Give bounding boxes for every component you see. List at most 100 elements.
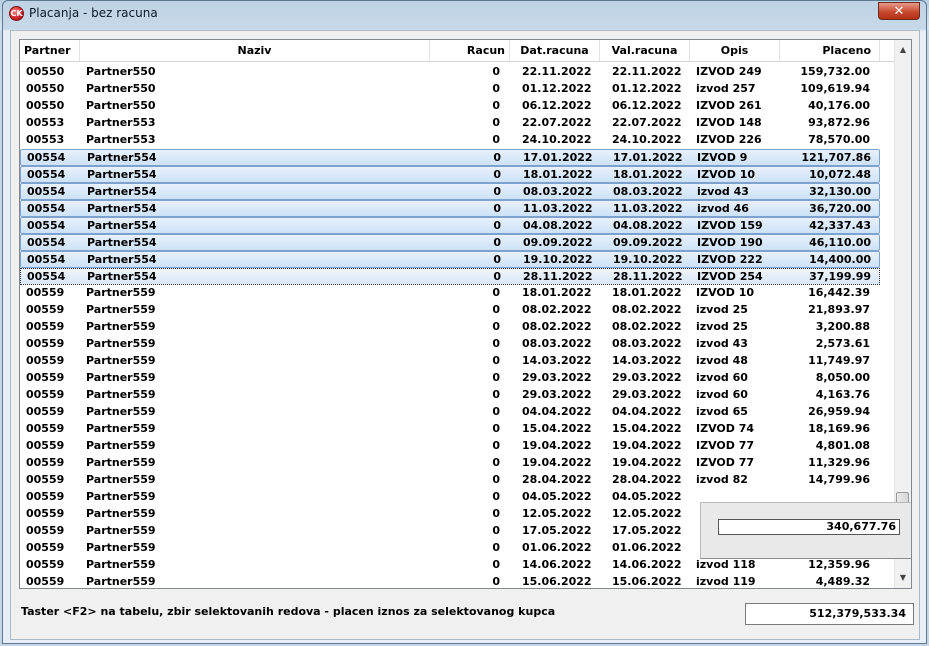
cell-partner: 00559: [26, 405, 65, 418]
cell-val: 17.01.2022: [613, 151, 683, 164]
cell-dat: 28.04.2022: [522, 473, 592, 486]
cell-val: 19.04.2022: [612, 456, 682, 469]
cell-val: 24.10.2022: [612, 133, 682, 146]
cell-naziv: Partner554: [87, 236, 157, 249]
cell-placeno: 159,732.00: [800, 65, 870, 78]
cell-partner: 00559: [26, 337, 65, 350]
cell-val: 28.04.2022: [612, 473, 682, 486]
table-row[interactable]: 00559 Partner559 0 28.04.2022 28.04.2022 izvo…: [20, 472, 880, 489]
cell-dat: 08.02.2022: [522, 303, 592, 316]
cell-val: 29.03.2022: [612, 371, 682, 384]
cell-dat: 06.12.2022: [522, 99, 592, 112]
cell-partner: 00559: [26, 371, 65, 384]
cell-dat: 19.04.2022: [522, 456, 592, 469]
selection-sum-popup: 340,677.76: [700, 502, 911, 559]
cell-racun: 0: [492, 337, 500, 350]
table-row[interactable]: 00559 Partner559 0 04.04.2022 04.04.2022 izvo…: [20, 404, 880, 421]
cell-racun: 0: [492, 524, 500, 537]
cell-placeno: 4,489.32: [815, 575, 870, 588]
col-header-placeno[interactable]: Placeno: [780, 40, 880, 61]
table-row[interactable]: 00559 Partner559 0 29.03.2022 29.03.2022 izvo…: [20, 387, 880, 404]
col-header-opis[interactable]: Opis: [690, 40, 780, 61]
cell-racun: 0: [493, 185, 501, 198]
table-row[interactable]: 00553 Partner553 0 24.10.2022 24.10.2022 IZVO…: [20, 132, 880, 149]
table-row[interactable]: 00550 Partner550 0 06.12.2022 06.12.2022 IZVO…: [20, 98, 880, 115]
cell-naziv: Partner554: [87, 202, 157, 215]
col-header-racun[interactable]: Racun: [430, 40, 510, 61]
cell-dat: 04.08.2022: [523, 219, 593, 232]
cell-partner: 00550: [26, 99, 65, 112]
cell-placeno: 93,872.96: [808, 116, 870, 129]
table-row[interactable]: 00554 Partner554 0 08.03.2022 08.03.2022 izvo…: [20, 183, 880, 200]
cell-opis: IZVOD 74: [696, 422, 755, 435]
cell-dat: 01.12.2022: [522, 82, 592, 95]
title-bar[interactable]: CK Placanja - bez racuna ✕: [3, 1, 926, 27]
table-row[interactable]: 00554 Partner554 0 11.03.2022 11.03.2022 izvo…: [20, 200, 880, 217]
col-header-dat[interactable]: Dat.racuna: [510, 40, 600, 61]
cell-racun: 0: [492, 473, 500, 486]
cell-dat: 12.05.2022: [522, 507, 592, 520]
cell-racun: 0: [492, 422, 500, 435]
cell-naziv: Partner553: [86, 116, 156, 129]
payments-grid[interactable]: Partner Naziv Racun Dat.racuna Val.racun…: [19, 39, 912, 589]
cell-placeno: 4,801.08: [815, 439, 870, 452]
cell-racun: 0: [493, 219, 501, 232]
table-row[interactable]: 00554 Partner554 0 19.10.2022 19.10.2022 IZVO…: [20, 251, 880, 268]
table-row[interactable]: 00559 Partner559 0 29.03.2022 29.03.2022 izvo…: [20, 370, 880, 387]
cell-naziv: Partner559: [86, 507, 156, 520]
cell-racun: 0: [492, 507, 500, 520]
cell-dat: 29.03.2022: [522, 371, 592, 384]
cell-racun: 0: [492, 490, 500, 503]
table-row[interactable]: 00559 Partner559 0 08.02.2022 08.02.2022 izvo…: [20, 302, 880, 319]
table-row[interactable]: 00554 Partner554 0 04.08.2022 04.08.2022 IZVO…: [20, 217, 880, 234]
close-button[interactable]: ✕: [878, 2, 920, 20]
cell-naziv: Partner559: [86, 558, 156, 571]
cell-placeno: 10,072.48: [809, 168, 871, 181]
cell-racun: 0: [492, 320, 500, 333]
table-row[interactable]: 00559 Partner559 0 14.03.2022 14.03.2022 izvo…: [20, 353, 880, 370]
dialog-window: CK Placanja - bez racuna ✕ Partner Naziv…: [2, 0, 927, 644]
table-row[interactable]: 00550 Partner550 0 01.12.2022 01.12.2022 izvo…: [20, 81, 880, 98]
cell-racun: 0: [492, 388, 500, 401]
cell-partner: 00554: [27, 236, 66, 249]
scroll-down-arrow-icon[interactable]: ▼: [895, 570, 911, 586]
table-row[interactable]: 00559 Partner559 0 18.01.2022 18.01.2022 IZVO…: [20, 285, 880, 302]
table-row[interactable]: 00559 Partner559 0 15.06.2022 15.06.2022 izvo…: [20, 574, 880, 588]
col-header-partner[interactable]: Partner: [20, 40, 80, 61]
cell-partner: 00550: [26, 82, 65, 95]
cell-partner: 00554: [27, 151, 66, 164]
table-row[interactable]: 00559 Partner559 0 14.06.2022 14.06.2022 izvo…: [20, 557, 880, 574]
cell-opis: izvod 25: [696, 303, 748, 316]
table-row[interactable]: 00554 Partner554 0 17.01.2022 17.01.2022 IZVO…: [20, 149, 880, 166]
app-icon: CK: [9, 6, 24, 21]
cell-opis: IZVOD 226: [696, 133, 762, 146]
cell-naziv: Partner559: [86, 371, 156, 384]
cell-naziv: Partner553: [86, 133, 156, 146]
cell-placeno: 21,893.97: [808, 303, 870, 316]
cell-dat: 11.03.2022: [523, 202, 593, 215]
selected-sum-field: 340,677.76: [718, 519, 900, 535]
table-row[interactable]: 00554 Partner554 0 18.01.2022 18.01.2022 IZVO…: [20, 166, 880, 183]
table-row[interactable]: 00559 Partner559 0 08.02.2022 08.02.2022 izvo…: [20, 319, 880, 336]
cell-opis: izvod 82: [696, 473, 748, 486]
table-row[interactable]: 00559 Partner559 0 15.04.2022 15.04.2022 IZVO…: [20, 421, 880, 438]
scroll-up-arrow-icon[interactable]: ▲: [895, 42, 911, 58]
cell-partner: 00559: [26, 490, 65, 503]
table-row[interactable]: 00559 Partner559 0 08.03.2022 08.03.2022 izvo…: [20, 336, 880, 353]
table-row[interactable]: 00554 Partner554 0 28.11.2022 28.11.2022 IZVO…: [20, 268, 880, 285]
cell-opis: IZVOD 10: [696, 286, 755, 299]
cell-val: 08.03.2022: [613, 185, 683, 198]
cell-opis: IZVOD 148: [696, 116, 762, 129]
col-header-val[interactable]: Val.racuna: [600, 40, 690, 61]
cell-partner: 00559: [26, 388, 65, 401]
cell-dat: 15.06.2022: [522, 575, 592, 588]
table-row[interactable]: 00554 Partner554 0 09.09.2022 09.09.2022 IZVO…: [20, 234, 880, 251]
table-row[interactable]: 00559 Partner559 0 19.04.2022 19.04.2022 IZVO…: [20, 455, 880, 472]
table-row[interactable]: 00550 Partner550 0 22.11.2022 22.11.2022 IZVO…: [20, 64, 880, 81]
cell-partner: 00554: [27, 168, 66, 181]
cell-dat: 18.01.2022: [522, 286, 592, 299]
table-row[interactable]: 00553 Partner553 0 22.07.2022 22.07.2022 IZVO…: [20, 115, 880, 132]
col-header-naziv[interactable]: Naziv: [80, 40, 430, 61]
table-row[interactable]: 00559 Partner559 0 19.04.2022 19.04.2022 IZVO…: [20, 438, 880, 455]
cell-val: 19.04.2022: [612, 439, 682, 452]
